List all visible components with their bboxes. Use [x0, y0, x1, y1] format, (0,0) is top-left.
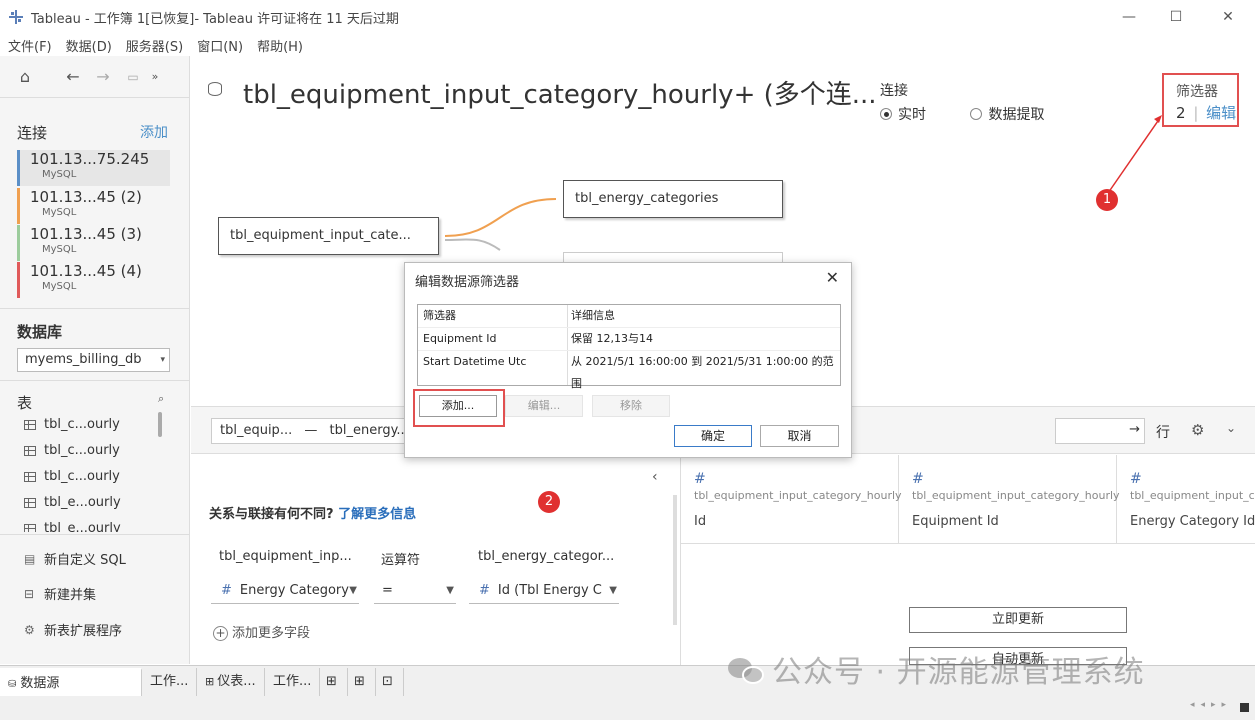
tab-worksheet-2[interactable]: 工作... — [265, 668, 320, 696]
gear-icon[interactable]: ⚙ — [1191, 421, 1204, 439]
collapse-icon[interactable]: ‹ — [652, 469, 658, 485]
new-worksheet-button[interactable]: ⊞ — [320, 668, 348, 696]
chevron-down-icon: ▼ — [349, 585, 357, 596]
update-now-button[interactable]: 立即更新 — [909, 607, 1127, 633]
new-dashboard-icon: ⊞ — [354, 674, 365, 689]
column-header[interactable]: # tbl_equipment_input_cate Energy Catego… — [1117, 455, 1255, 544]
header-filter: 筛选器 — [423, 309, 456, 322]
join-pill[interactable]: tbl_equip... — tbl_energy... — [211, 418, 418, 444]
chevron-down-icon: ▼ — [446, 585, 454, 596]
operator-value: = — [382, 583, 393, 598]
number-type-icon: # — [1130, 471, 1142, 487]
edit-datasource-filters-dialog: 编辑数据源筛选器 ✕ 筛选器 详细信息 Equipment Id 保留 12,1… — [404, 262, 852, 458]
column-table-name: tbl_equipment_input_category_hourly — [912, 489, 1120, 502]
new-story-icon: ⊡ — [382, 674, 393, 689]
canvas-table-right[interactable]: tbl_energy_categories — [563, 180, 783, 218]
join-panel: ‹ 关系与联接有何不同? 了解更多信息 tbl_equipment_inp...… — [191, 455, 679, 665]
pill-right-table: tbl_energy... — [329, 423, 409, 438]
wechat-logo-icon — [728, 656, 766, 686]
column-table-name: tbl_equipment_input_cate — [1130, 489, 1255, 502]
cancel-button[interactable]: 取消 — [760, 425, 839, 447]
annotation-marker-1: 1 — [1096, 189, 1118, 211]
column-field-name: Energy Category Id — [1130, 514, 1255, 529]
tab-label: 工作... — [150, 674, 189, 689]
new-dashboard-button[interactable]: ⊞ — [348, 668, 376, 696]
datasource-tab-icon: ⛁ — [8, 679, 17, 690]
column-table-name: tbl_equipment_input_category_hourly — [694, 489, 902, 502]
number-field-icon: # — [479, 583, 490, 598]
chevron-down-icon: ▼ — [609, 585, 617, 596]
filters-table-header: 筛选器 详细信息 — [418, 305, 840, 328]
add-filter-button[interactable]: 添加... — [419, 395, 497, 417]
tab-label: 数据源 — [20, 676, 60, 691]
sheet-nav-icons[interactable]: ◂◂▸▸ — [1190, 700, 1232, 710]
new-worksheet-icon: ⊞ — [326, 674, 337, 689]
join-left-header: tbl_equipment_inp... — [219, 549, 352, 564]
add-more-fields[interactable]: + 添加更多字段 — [213, 622, 310, 641]
filter-detail: 从 2021/5/1 16:00:00 到 2021/5/31 1:00:00 … — [571, 355, 834, 390]
annotation-marker-2: 2 — [538, 491, 560, 513]
tab-dashboard[interactable]: ⊞ 仪表... — [197, 668, 265, 696]
column-field-name: Id — [694, 514, 707, 529]
rows-input[interactable]: → — [1055, 418, 1145, 444]
filter-name: Start Datetime Utc — [423, 355, 527, 368]
tab-data-source[interactable]: ⛁ 数据源 — [0, 668, 142, 696]
dashboard-icon: ⊞ — [205, 675, 215, 688]
join-dash: — — [304, 423, 318, 438]
join-right-header: tbl_energy_categor... — [478, 549, 615, 564]
column-header[interactable]: # tbl_equipment_input_category_hourly Id — [681, 455, 902, 544]
filter-name: Equipment Id — [423, 332, 497, 345]
number-field-icon: # — [221, 583, 232, 598]
arrow-right-icon: → — [1129, 422, 1140, 437]
column-header[interactable]: # tbl_equipment_input_category_hourly Eq… — [899, 455, 1120, 544]
join-operator-select[interactable]: = ▼ — [374, 580, 456, 604]
filter-row[interactable]: Equipment Id 保留 12,13与14 — [418, 328, 840, 351]
number-type-icon: # — [912, 471, 924, 487]
remove-filter-button[interactable]: 移除 — [592, 395, 670, 417]
right-field-value: Id (Tbl Energy C — [497, 583, 602, 598]
close-icon[interactable]: ✕ — [826, 268, 839, 287]
data-grid: # tbl_equipment_input_category_hourly Id… — [680, 455, 1255, 665]
filter-detail: 保留 12,13与14 — [571, 332, 653, 345]
join-left-field[interactable]: # Energy Category ▼ — [211, 580, 359, 604]
join-info-text: 关系与联接有何不同? — [209, 507, 334, 522]
join-right-field[interactable]: # Id (Tbl Energy C ▼ — [469, 580, 619, 604]
number-type-icon: # — [694, 471, 706, 487]
header-detail: 详细信息 — [571, 309, 615, 322]
tab-label: 仪表... — [217, 674, 256, 689]
learn-more-link[interactable]: 了解更多信息 — [338, 507, 416, 522]
column-field-name: Equipment Id — [912, 514, 999, 529]
join-operator-header: 运算符 — [381, 553, 421, 568]
tab-label: 工作... — [273, 674, 312, 689]
edit-filter-button[interactable]: 编辑... — [505, 395, 583, 417]
sheet-sorter-icon[interactable] — [1240, 703, 1249, 712]
left-field-value: Energy Category — [239, 583, 349, 598]
dialog-title: 编辑数据源筛选器 — [415, 275, 520, 290]
chevron-down-icon[interactable]: ⌄ — [1226, 421, 1236, 435]
rows-label: 行 — [1156, 425, 1170, 441]
plus-icon: + — [213, 626, 228, 641]
filter-row[interactable]: Start Datetime Utc 从 2021/5/1 16:00:00 到… — [418, 351, 840, 390]
watermark: 公众号 · 开源能源管理系统 — [728, 647, 1145, 691]
pill-left-table: tbl_equip... — [220, 423, 293, 438]
watermark-text: 公众号 · 开源能源管理系统 — [772, 655, 1145, 690]
add-more-fields-label: 添加更多字段 — [232, 626, 311, 641]
join-scrollbar[interactable] — [673, 495, 677, 625]
filters-table: 筛选器 详细信息 Equipment Id 保留 12,13与14 Start … — [417, 304, 841, 390]
ok-button[interactable]: 确定 — [674, 425, 752, 447]
canvas-table-left[interactable]: tbl_equipment_input_cate... — [218, 217, 439, 255]
new-story-button[interactable]: ⊡ — [376, 668, 404, 696]
tab-worksheet-1[interactable]: 工作... — [142, 668, 197, 696]
